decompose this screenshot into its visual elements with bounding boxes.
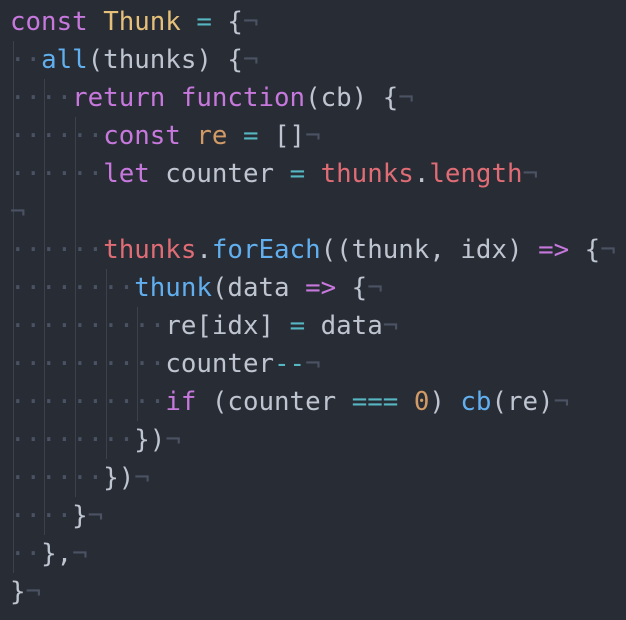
indent-whitespace: ·········· [10, 387, 166, 417]
indent-whitespace: ···· [10, 501, 73, 531]
code-token: (re) [491, 387, 554, 417]
indent-whitespace: ·· [10, 539, 42, 569]
eol-marker-icon: ¬ [600, 235, 616, 265]
code-token: counter [149, 159, 290, 189]
code-token: = [196, 7, 212, 37]
code-token: re [196, 121, 228, 151]
code-token: ) [429, 387, 461, 417]
eol-marker-icon: ¬ [134, 463, 150, 493]
code-token: re[idx] [165, 311, 290, 341]
code-token: { [336, 273, 368, 303]
code-token: = [289, 159, 306, 189]
code-token: thunks [320, 159, 414, 189]
code-token: }) [103, 463, 135, 493]
code-token: (cb) { [305, 83, 399, 113]
code-token: all [41, 45, 88, 75]
eol-marker-icon: ¬ [522, 159, 539, 189]
code-token: (thunks) { [87, 45, 243, 75]
code-line[interactable]: ¬ [10, 193, 26, 231]
eol-marker-icon: ¬ [553, 387, 570, 417]
code-line[interactable]: ······})¬ [10, 459, 150, 497]
code-token: } [72, 501, 88, 531]
code-token: 0 [413, 387, 430, 417]
code-line[interactable]: ··},¬ [10, 535, 88, 573]
eol-marker-icon: ¬ [367, 273, 383, 303]
eol-marker-icon: ¬ [398, 83, 414, 113]
code-token: = [289, 311, 306, 341]
indent-whitespace: ···· [10, 83, 73, 113]
code-token: => [305, 273, 337, 303]
code-token: }) [134, 425, 166, 455]
code-line[interactable]: ··all(thunks) {¬ [10, 41, 259, 79]
eol-marker-icon: ¬ [305, 349, 321, 379]
code-token: . [413, 159, 430, 189]
code-token: = [242, 121, 259, 151]
eol-marker-icon: ¬ [242, 45, 259, 75]
code-line[interactable]: const Thunk = {¬ [10, 3, 259, 41]
code-token: ((thunk, idx) [320, 235, 539, 265]
code-token: -- [274, 349, 306, 379]
code-line[interactable]: ··········re[idx] = data¬ [10, 307, 398, 345]
code-line[interactable]: ······let counter = thunks.length¬ [10, 155, 538, 193]
code-token: === [351, 387, 399, 417]
eol-marker-icon: ¬ [165, 425, 181, 455]
code-token: . [196, 235, 212, 265]
code-token: }, [41, 539, 73, 569]
code-line[interactable]: ······const re = []¬ [10, 117, 321, 155]
code-token: thunks [103, 235, 197, 265]
code-token: data [305, 311, 383, 341]
code-token: if [165, 387, 197, 417]
indent-whitespace: ········ [10, 425, 135, 455]
code-line[interactable]: ········})¬ [10, 421, 181, 459]
eol-marker-icon: ¬ [305, 121, 321, 151]
eol-marker-icon: ¬ [25, 577, 42, 607]
code-token: { [569, 235, 601, 265]
code-token: (counter [196, 387, 352, 417]
code-token: function [180, 83, 306, 113]
code-line[interactable]: ········thunk(data => {¬ [10, 269, 383, 307]
code-line[interactable]: ······thunks.forEach((thunk, idx) => {¬ [10, 231, 616, 269]
code-token: => [538, 235, 570, 265]
code-token: forEach [211, 235, 321, 265]
code-token: return [72, 83, 166, 113]
code-token: thunk [134, 273, 212, 303]
code-token: let [103, 159, 150, 189]
code-token: counter [165, 349, 275, 379]
code-token: length [429, 159, 523, 189]
eol-marker-icon: ¬ [242, 7, 259, 37]
indent-whitespace: ········ [10, 273, 135, 303]
indent-whitespace: ·· [10, 45, 42, 75]
eol-marker-icon: ¬ [382, 311, 399, 341]
code-token: [] [258, 121, 306, 151]
code-token: const [103, 121, 181, 151]
indent-whitespace: ······ [10, 463, 104, 493]
code-line[interactable]: ····}¬ [10, 497, 103, 535]
code-token: } [10, 577, 26, 607]
code-token: { [211, 7, 243, 37]
code-token: cb [460, 387, 492, 417]
eol-marker-icon: ¬ [10, 197, 26, 227]
code-editor[interactable]: const Thunk = {¬ ··all(thunks) {¬ ····retu… [0, 0, 626, 620]
code-token: Thunk [103, 7, 181, 37]
eol-marker-icon: ¬ [87, 501, 104, 531]
indent-whitespace: ·········· [10, 311, 166, 341]
indent-whitespace: ······ [10, 235, 104, 265]
code-line[interactable]: }¬ [10, 573, 41, 611]
code-line[interactable]: ··········if (counter === 0) cb(re)¬ [10, 383, 569, 421]
code-line[interactable]: ··········counter--¬ [10, 345, 321, 383]
indent-whitespace: ······ [10, 159, 104, 189]
indent-whitespace: ······ [10, 121, 104, 151]
code-token: (data [211, 273, 306, 303]
eol-marker-icon: ¬ [72, 539, 88, 569]
indent-whitespace: ·········· [10, 349, 166, 379]
code-line[interactable]: ····return function(cb) {¬ [10, 79, 414, 117]
code-token: const [10, 7, 88, 37]
